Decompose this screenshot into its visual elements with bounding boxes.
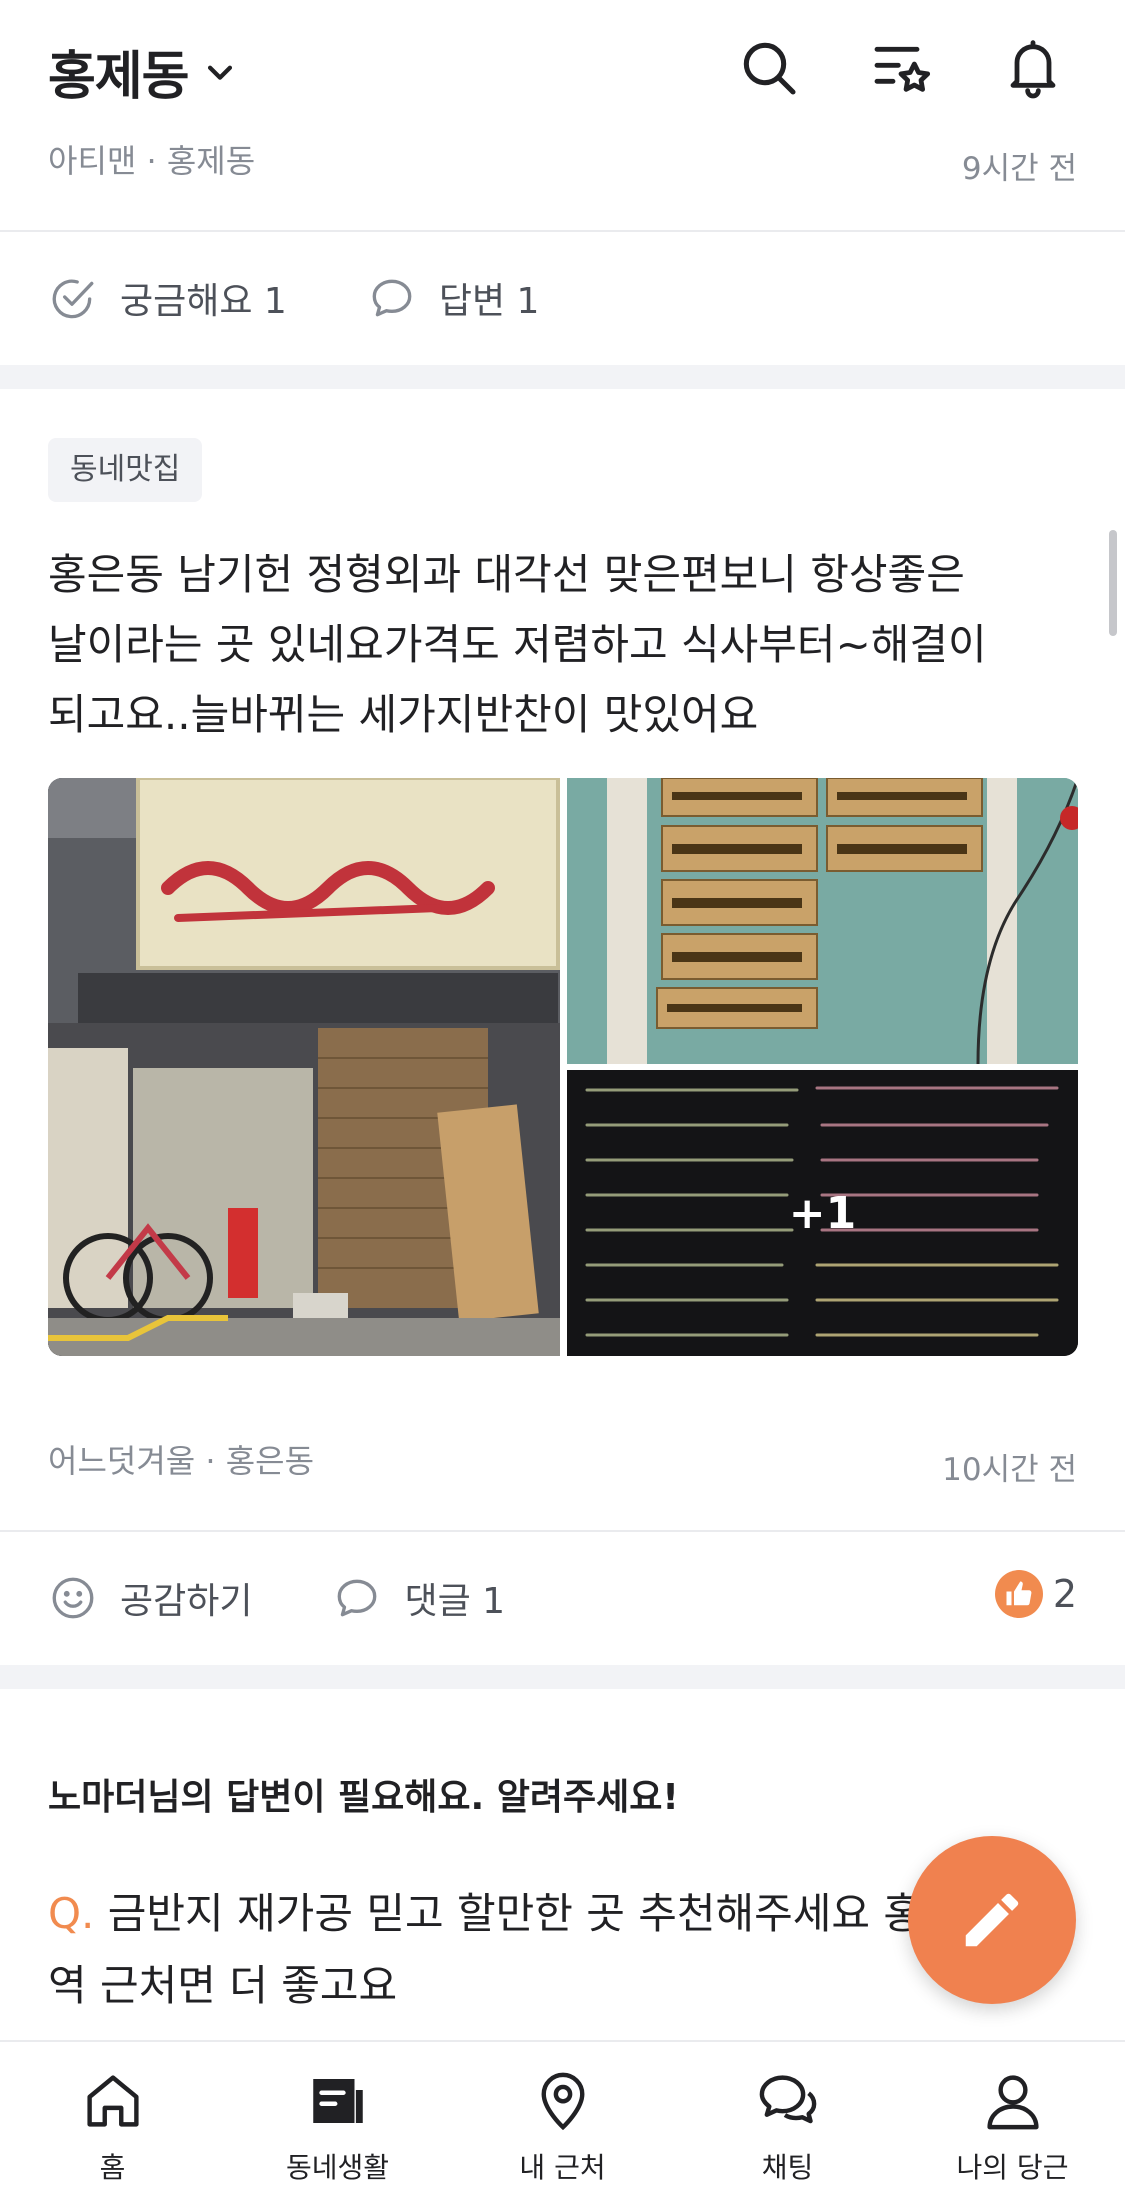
- answer-label: 답변 1: [438, 281, 540, 322]
- nav-my-carrot[interactable]: 나의 당근: [900, 2042, 1125, 2206]
- post-time: 10시간 전: [942, 1452, 1077, 1488]
- question-prefix: Q.: [48, 1889, 95, 1938]
- speech-bubble-icon: [338, 1579, 377, 1617]
- post-photo[interactable]: [48, 778, 560, 1356]
- nav-chat[interactable]: 채팅: [675, 2042, 900, 2206]
- menu-board-photo-image: [567, 778, 1078, 1064]
- thumbs-up-icon: [994, 1570, 1043, 1618]
- page: 홍제동 아티맨 · 홍제동 9시간 전 궁금해요 1 답변 1 동네맛집 홍은동…: [0, 0, 1125, 2206]
- question-card-body[interactable]: Q. 금반지 재가공 믿고 할만한 곳 추천해주세요 홍제역 근처면 더 좋고요: [48, 1878, 968, 2022]
- scrollbar[interactable]: [1109, 530, 1117, 636]
- curious-button[interactable]: 궁금해요 1: [48, 272, 287, 324]
- location-selector[interactable]: 홍제동: [48, 34, 237, 109]
- like-button[interactable]: 공감하기: [48, 1572, 252, 1624]
- post-photo-grid[interactable]: +1: [48, 778, 1078, 1356]
- location-title: 홍제동: [48, 47, 190, 107]
- nav-label: 내 근처: [519, 2151, 606, 2184]
- divider: [0, 1530, 1125, 1532]
- prev-post-meta: 아티맨 · 홍제동: [48, 136, 255, 182]
- comment-button[interactable]: 댓글 1: [332, 1572, 505, 1624]
- reaction-summary[interactable]: 2: [994, 1570, 1077, 1618]
- community-icon: [312, 2079, 363, 2123]
- bell-icon[interactable]: [1001, 36, 1065, 100]
- section-gap: [0, 365, 1125, 389]
- nav-label: 채팅: [761, 2151, 814, 2184]
- nav-label: 홈: [99, 2151, 126, 2184]
- question-card-title: 노마더님의 답변이 필요해요. 알려주세요!: [48, 1777, 679, 1818]
- post-meta: 어느덧겨울 · 홍은동: [48, 1436, 314, 1482]
- divider: [0, 230, 1125, 232]
- author-name[interactable]: 아티맨: [48, 142, 136, 180]
- comment-label: 댓글 1: [404, 1581, 506, 1622]
- pencil-icon: [965, 1893, 1019, 1947]
- post-photo-more[interactable]: +1: [567, 1070, 1078, 1356]
- like-label: 공감하기: [120, 1581, 253, 1622]
- write-post-button[interactable]: [908, 1836, 1076, 2004]
- question-text: 금반지 재가공 믿고 할만한 곳 추천해주세요 홍제역 근처면 더 좋고요: [48, 1889, 961, 2010]
- post-actions: 공감하기 댓글 1: [48, 1572, 505, 1624]
- curious-label: 궁금해요 1: [120, 281, 287, 322]
- author-name[interactable]: 어느덧겨울: [48, 1442, 195, 1480]
- category-star-icon[interactable]: [869, 36, 933, 100]
- chevron-down-icon: [207, 65, 232, 80]
- location-pin-icon: [541, 2072, 584, 2131]
- home-icon: [86, 2075, 139, 2127]
- nav-home[interactable]: 홈: [0, 2042, 225, 2206]
- meta-separator: ·: [205, 1442, 226, 1480]
- region-name: 홍은동: [225, 1442, 315, 1480]
- user-icon: [986, 2075, 1039, 2130]
- section-gap: [0, 1665, 1125, 1689]
- bottom-navigation: 홈 동네생활 내 근처 채팅 나의 당근: [0, 2040, 1125, 2206]
- chat-icon: [759, 2075, 816, 2124]
- nav-community[interactable]: 동네생활: [225, 2042, 450, 2206]
- header-actions: [737, 36, 1065, 100]
- more-photos-count: +1: [788, 1187, 857, 1239]
- region-name: 홍제동: [166, 142, 256, 180]
- answer-button[interactable]: 답변 1: [367, 272, 540, 324]
- check-circle-icon: [52, 279, 94, 319]
- search-icon[interactable]: [737, 36, 801, 100]
- nav-nearby[interactable]: 내 근처: [450, 2042, 675, 2206]
- prev-post-actions: 궁금해요 1 답변 1: [48, 272, 539, 324]
- post-body[interactable]: 홍은동 남기헌 정형외과 대각선 맞은편보니 항상좋은 날이라는 곳 있네요가격…: [48, 540, 1078, 750]
- nav-label: 나의 당근: [956, 2151, 1069, 2184]
- storefront-photo-image: [48, 778, 560, 1356]
- reaction-count: 2: [1052, 1572, 1077, 1616]
- post-time: 9시간 전: [961, 151, 1077, 187]
- category-tag[interactable]: 동네맛집: [48, 438, 203, 502]
- meta-separator: ·: [146, 142, 167, 180]
- smile-icon: [52, 1577, 94, 1619]
- top-app-bar: 홍제동: [0, 0, 1125, 140]
- post-photo[interactable]: [567, 778, 1078, 1064]
- nav-label: 동네생활: [285, 2151, 390, 2184]
- speech-bubble-icon: [372, 279, 412, 317]
